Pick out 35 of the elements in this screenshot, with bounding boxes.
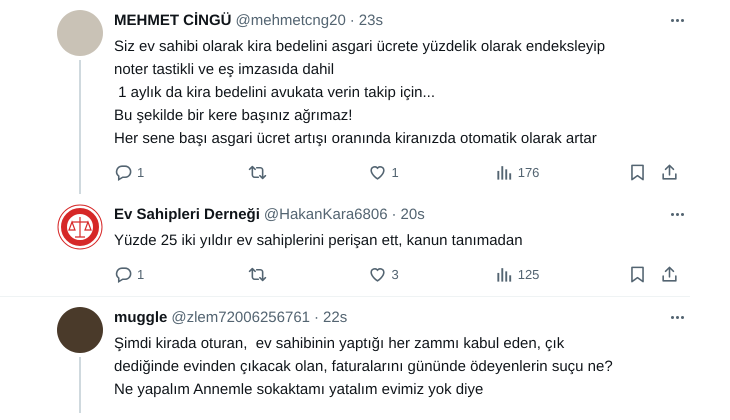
retweet-icon[interactable] (248, 162, 268, 182)
tweet-text-line: Şimdi kirada oturan, ev sahibinin yaptığı her zammı kabul eden, çık (114, 334, 566, 354)
reply-count: 1 (137, 266, 144, 282)
tweet-text-line: Her sene başı asgari ücret artışı oranında kiranızda otomatik olarak artar (114, 129, 598, 149)
tweet-text-line: Yüzde 25 iki yıldır ev sahiplerini perişan ett, kanun tanımadan (114, 231, 524, 251)
tweet-text-line: Ne yapalım Annemle sokaktamı yatalım evimiz yok diye (114, 380, 484, 400)
author-name[interactable]: MEHMET CİNGÜ (114, 12, 232, 28)
view-count: 176 (518, 164, 540, 180)
timestamp[interactable]: 20s (400, 206, 425, 222)
author-handle[interactable]: @HakanKara6806 (264, 206, 388, 222)
like-count: 3 (391, 266, 399, 282)
avatar[interactable] (57, 307, 103, 353)
share-icon[interactable] (660, 264, 680, 284)
retweet-icon[interactable] (248, 264, 268, 284)
author-handle[interactable]: @mehmetcng20 (236, 12, 346, 28)
author-name[interactable]: Ev Sahipleri Derneği (114, 206, 260, 222)
like-count: 1 (391, 164, 399, 180)
reply-icon[interactable] (114, 162, 133, 182)
tweet-text-line: noter tastikli ve eş imzasıda dahil (114, 60, 336, 80)
author-name[interactable]: muggle (114, 308, 168, 326)
reply-icon[interactable] (114, 264, 133, 284)
tweet-text-line: Siz ev sahibi olarak kira bedelini asgari ücrete yüzdelik olarak endeksleyip (114, 37, 606, 57)
view-count: 125 (518, 266, 540, 282)
reply-count: 1 (137, 164, 144, 180)
tweet-text-line: 1 aylık da kira bedelini avukata verin takip için... (117, 83, 436, 103)
emblem-icon[interactable] (57, 204, 103, 250)
separator: · (392, 206, 397, 222)
timestamp[interactable]: 22s (323, 308, 348, 326)
tweet-text-line: Bu şekilde bir kere başınız ağrımaz! (114, 106, 354, 126)
separator: · (314, 308, 320, 326)
tweet-text-line: dediğinde evinden çıkacak olan, faturalarını gününde ödeyenlerin suçu ne? (114, 357, 614, 377)
author-handle[interactable]: @zlem72006256761 (171, 308, 310, 326)
timestamp[interactable]: 23s (358, 12, 383, 28)
share-icon[interactable] (660, 162, 680, 182)
separator: · (350, 12, 355, 28)
